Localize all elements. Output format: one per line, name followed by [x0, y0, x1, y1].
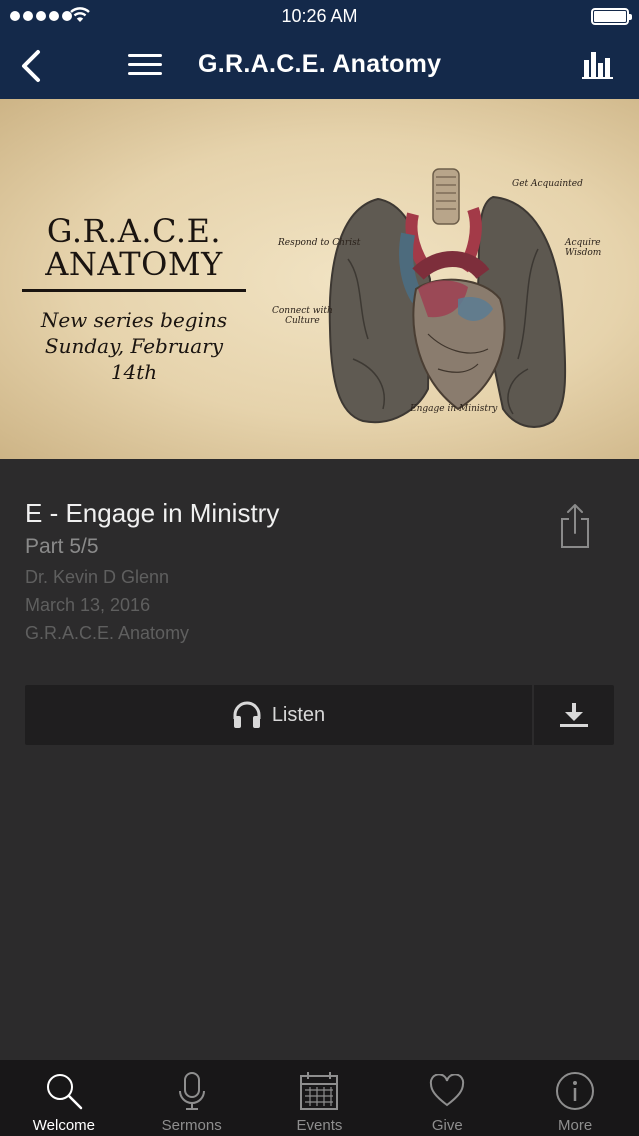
- label-engage-in-ministry: Engage in Ministry: [410, 404, 498, 414]
- tab-label: More: [557, 1117, 593, 1134]
- label-get-acquainted: Get Acquainted: [512, 179, 583, 189]
- download-icon: [560, 703, 588, 727]
- sermon-speaker: Dr. Kevin D Glenn: [25, 567, 170, 587]
- sermon-title: E - Engage in Ministry: [25, 498, 280, 528]
- tab-give[interactable]: Give: [383, 1060, 511, 1136]
- banner-divider: [22, 289, 246, 292]
- listen-action-bar: Listen: [25, 685, 614, 745]
- page-title: G.R.A.C.E. Anatomy: [198, 50, 442, 78]
- search-icon: [46, 1074, 83, 1110]
- navigation-bar: G.R.A.C.E. Anatomy: [0, 34, 639, 99]
- sermon-part: Part 5/5: [25, 535, 99, 558]
- sermon-details: E - Engage in Ministry Part 5/5 Dr. Kevi…: [0, 459, 639, 1060]
- tab-more[interactable]: More: [511, 1060, 639, 1136]
- tab-sermons[interactable]: Sermons: [128, 1060, 256, 1136]
- info-icon: [556, 1072, 595, 1110]
- listen-label: Listen: [271, 703, 326, 726]
- series-banner: G.R.A.C.E. ANATOMY New series begins Sun…: [0, 99, 639, 459]
- hamburger-menu-button[interactable]: [128, 54, 162, 76]
- tab-events[interactable]: Events: [256, 1060, 384, 1136]
- share-icon[interactable]: [558, 503, 592, 549]
- tab-label: Welcome: [32, 1117, 96, 1134]
- back-button[interactable]: [14, 48, 46, 84]
- sermon-series: G.R.A.C.E. Anatomy: [25, 623, 190, 643]
- tab-label: Give: [431, 1117, 463, 1134]
- chevron-left-icon: [22, 50, 40, 82]
- download-button[interactable]: [534, 685, 614, 745]
- tab-label: Sermons: [161, 1117, 222, 1134]
- label-acquire-wisdom: Acquire Wisdom: [565, 238, 602, 258]
- top-bar: 10:26 AM G.R.A.C.E. Anatomy: [0, 0, 639, 99]
- headphones-icon: [233, 701, 261, 728]
- label-connect-with-culture: Connect with Culture: [272, 306, 333, 326]
- label-respond-to-christ: Respond to Christ: [278, 238, 361, 248]
- status-time: 10:26 AM: [281, 6, 358, 26]
- tab-label: Events: [296, 1117, 343, 1134]
- banner-subtitle: New series begins Sunday, February 14th: [40, 308, 228, 384]
- sermon-date: March 13, 2016: [25, 595, 151, 615]
- tab-bar: Welcome Sermons Events Give More: [0, 1060, 639, 1136]
- microphone-icon: [178, 1072, 205, 1110]
- calendar-icon: [300, 1072, 339, 1110]
- heart-icon: [430, 1074, 465, 1107]
- tab-welcome[interactable]: Welcome: [0, 1060, 128, 1136]
- banner-title: G.R.A.C.E. ANATOMY: [45, 212, 223, 283]
- bar-chart-icon[interactable]: [582, 50, 614, 80]
- battery-icon: [591, 8, 632, 25]
- listen-button[interactable]: Listen: [25, 685, 532, 745]
- status-bar: 10:26 AM: [0, 0, 639, 34]
